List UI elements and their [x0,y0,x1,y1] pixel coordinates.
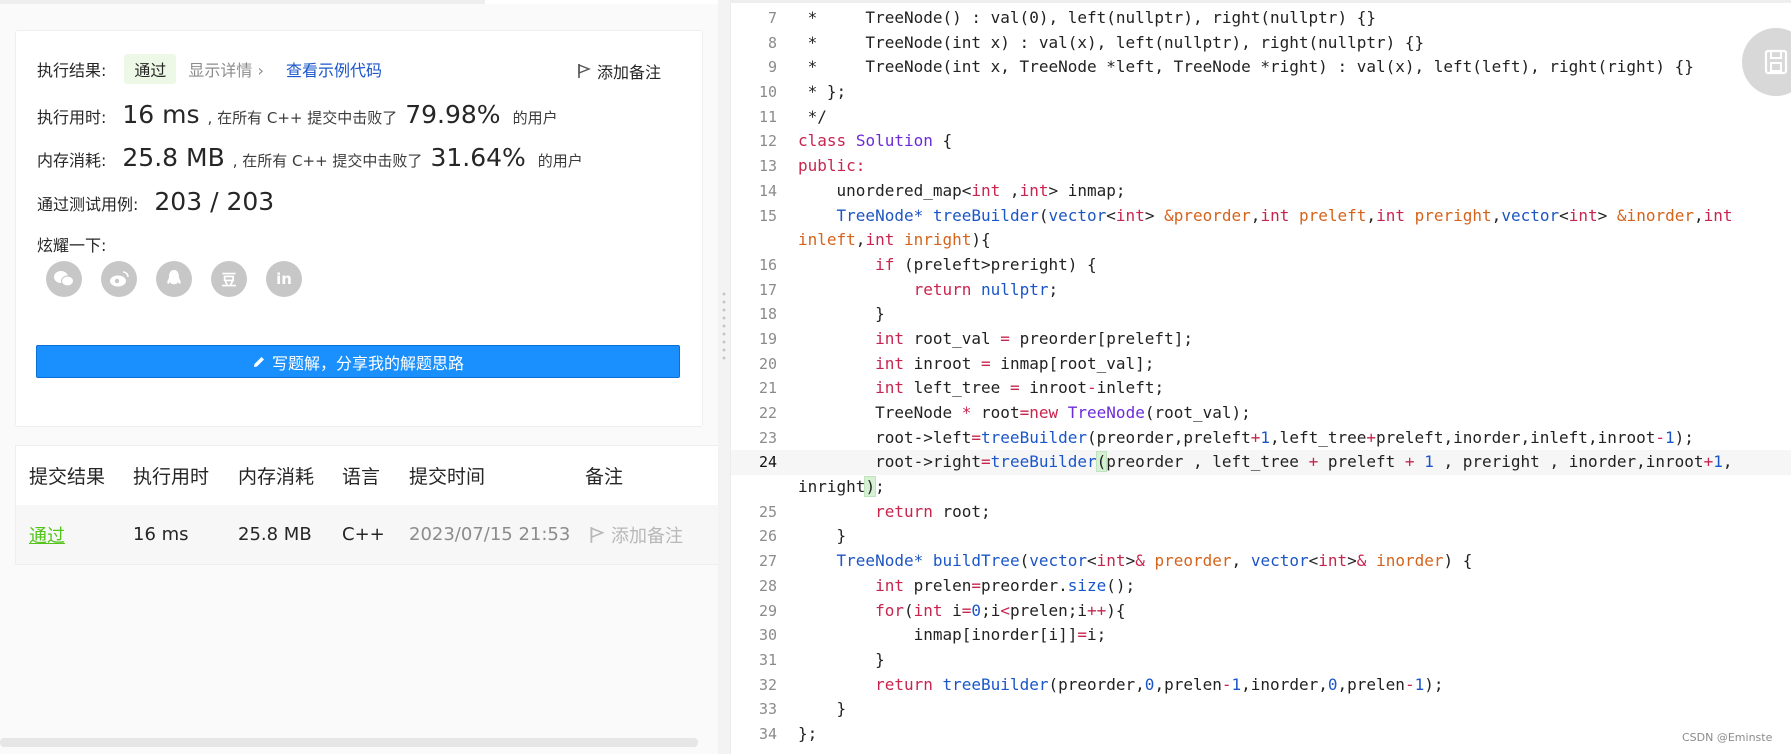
row-runtime: 16 ms [133,524,189,545]
code-line: 14 unordered_map<int ,int> inmap; [758,180,1126,200]
status-badge: 通过 [124,54,177,84]
save-icon [1764,49,1788,75]
view-sample-code-link[interactable]: 查看示例代码 [286,57,382,81]
top-tab-segment [485,0,718,4]
row-add-note-button[interactable]: 添加备注 [589,505,683,564]
linkedin-icon[interactable]: in [266,261,302,297]
memory-text: , 在所有 C++ 提交中击败了 [232,152,423,170]
watermark: CSDN @Eminste [1682,731,1773,744]
row-memory: 25.8 MB [238,524,312,545]
show-details-text: 显示详情 [188,61,253,80]
code-line: 11 */ [758,106,827,126]
memory-value: 25.8 MB [122,143,225,172]
share-icons: 豆 in [46,261,302,297]
code-line: 8 * TreeNode(int x) : val(x), left(nullp… [767,32,1425,52]
write-solution-label: 写题解，分享我的解题思路 [271,353,464,373]
code-line: 15 TreeNode* treeBuilder(vector<int> &pr… [758,205,1733,225]
code-line: 21 int left_tree = inroot-inleft; [758,378,1165,398]
code-line: 16 if (preleft>preright) { [758,254,1097,274]
wechat-icon[interactable] [46,261,82,297]
code-line: 31 } [758,649,885,669]
editor-top-border [731,0,1791,3]
qq-icon[interactable] [156,261,192,297]
code-line: inright); [798,476,885,498]
code-line: 18 } [758,304,885,324]
code-line: 17 return nullptr; [758,279,1059,299]
code-line: 33 } [758,699,847,719]
code-line: 29 for(int i=0;i<prelen;i++){ [758,600,1126,620]
runtime-text: , 在所有 C++ 提交中击败了 [207,109,398,127]
code-line: 9 * TreeNode(int x, TreeNode *left, Tree… [767,57,1694,77]
header-memory: 内存消耗 [238,465,315,488]
code-line: inleft,int inright){ [798,230,991,250]
memory-label: 内存消耗: [37,151,107,170]
drag-handle-icon[interactable] [721,290,727,360]
row-language: C++ [342,524,385,545]
row-note-label: 添加备注 [611,525,683,547]
tests-label: 通过测试用例: [37,195,139,214]
write-solution-button[interactable]: 写题解，分享我的解题思路 [36,345,680,378]
top-tab-strip [0,0,718,4]
runtime-label: 执行用时: [37,108,107,127]
code-line: 22 TreeNode * root=new TreeNode(root_val… [758,403,1251,422]
runtime-suffix: 的用户 [512,109,558,127]
add-note-button[interactable]: 添加备注 [577,59,661,83]
show-details-link[interactable]: 显示详情 › [188,57,264,81]
share-label: 炫耀一下: [37,236,107,255]
tests-value: 203 / 203 [154,187,275,216]
table-header: 提交结果 执行用时 内存消耗 语言 提交时间 备注 [16,446,719,504]
flag-icon [590,526,605,543]
code-line: 12 class Solution { [758,131,953,151]
header-note: 备注 [585,465,624,488]
header-runtime: 执行用时 [133,465,210,488]
code-lines[interactable]: 7 * TreeNode() : val(0), left(nullptr), … [731,6,1791,747]
pencil-icon [253,356,264,367]
code-line: 30 inmap[inorder[i]]=i; [758,625,1107,645]
header-status: 提交结果 [29,465,106,488]
douban-icon[interactable]: 豆 [211,261,247,297]
code-line: 32 return treeBuilder(preorder,0,prelen-… [758,674,1444,694]
result-label: 执行结果: [37,61,107,80]
add-note-label: 添加备注 [597,63,662,82]
submission-history-table: 提交结果 执行用时 内存消耗 语言 提交时间 备注 通过 16 ms 25.8 … [15,445,720,565]
pane-divider[interactable] [718,0,730,754]
chevron-right-icon: › [257,61,264,80]
header-language: 语言 [342,465,381,488]
flag-icon [578,63,591,78]
memory-suffix: 的用户 [537,152,583,170]
runtime-value: 16 ms [122,100,200,129]
weibo-icon[interactable] [101,261,137,297]
linkedin-glyph: in [276,270,292,288]
code-line: 7 * TreeNode() : val(0), left(nullptr), … [767,8,1376,27]
code-editor[interactable]: 7 * TreeNode() : val(0), left(nullptr), … [730,0,1791,754]
header-time: 提交时间 [409,465,486,488]
code-line: 28 int prelen=preorder.size(); [758,575,1136,595]
code-line-active: 24 root->right=treeBuilder(preorder , le… [731,450,1791,476]
horizontal-scrollbar[interactable] [0,738,698,747]
runtime-percent: 79.98% [405,100,501,129]
code-line: 20 int inroot = inmap[root_val]; [758,353,1155,373]
code-line: 34}; [758,723,818,743]
douban-glyph: 豆 [221,270,237,289]
code-line: 27 TreeNode* buildTree(vector<int>& preo… [758,551,1473,571]
result-panel: 执行结果: 通过 显示详情 › 查看示例代码 添加备注 执行用时: 16 ms … [0,0,720,754]
result-card: 执行结果: 通过 显示详情 › 查看示例代码 添加备注 执行用时: 16 ms … [15,30,703,427]
code-line: 10 * }; [758,82,847,102]
row-time: 2023/07/15 21:53 [409,524,571,545]
table-row[interactable]: 通过 16 ms 25.8 MB C++ 2023/07/15 21:53 添加… [16,505,719,564]
code-line: 23 root->left=treeBuilder(preorder,prele… [758,427,1694,447]
code-line: 26 } [758,526,847,546]
memory-percent: 31.64% [430,143,526,172]
row-status-link[interactable]: 通过 [29,505,65,564]
code-line: 13 public: [758,156,866,176]
code-line: 19 int root_val = preorder[preleft]; [758,328,1193,348]
code-line: 25 return root; [758,501,991,521]
